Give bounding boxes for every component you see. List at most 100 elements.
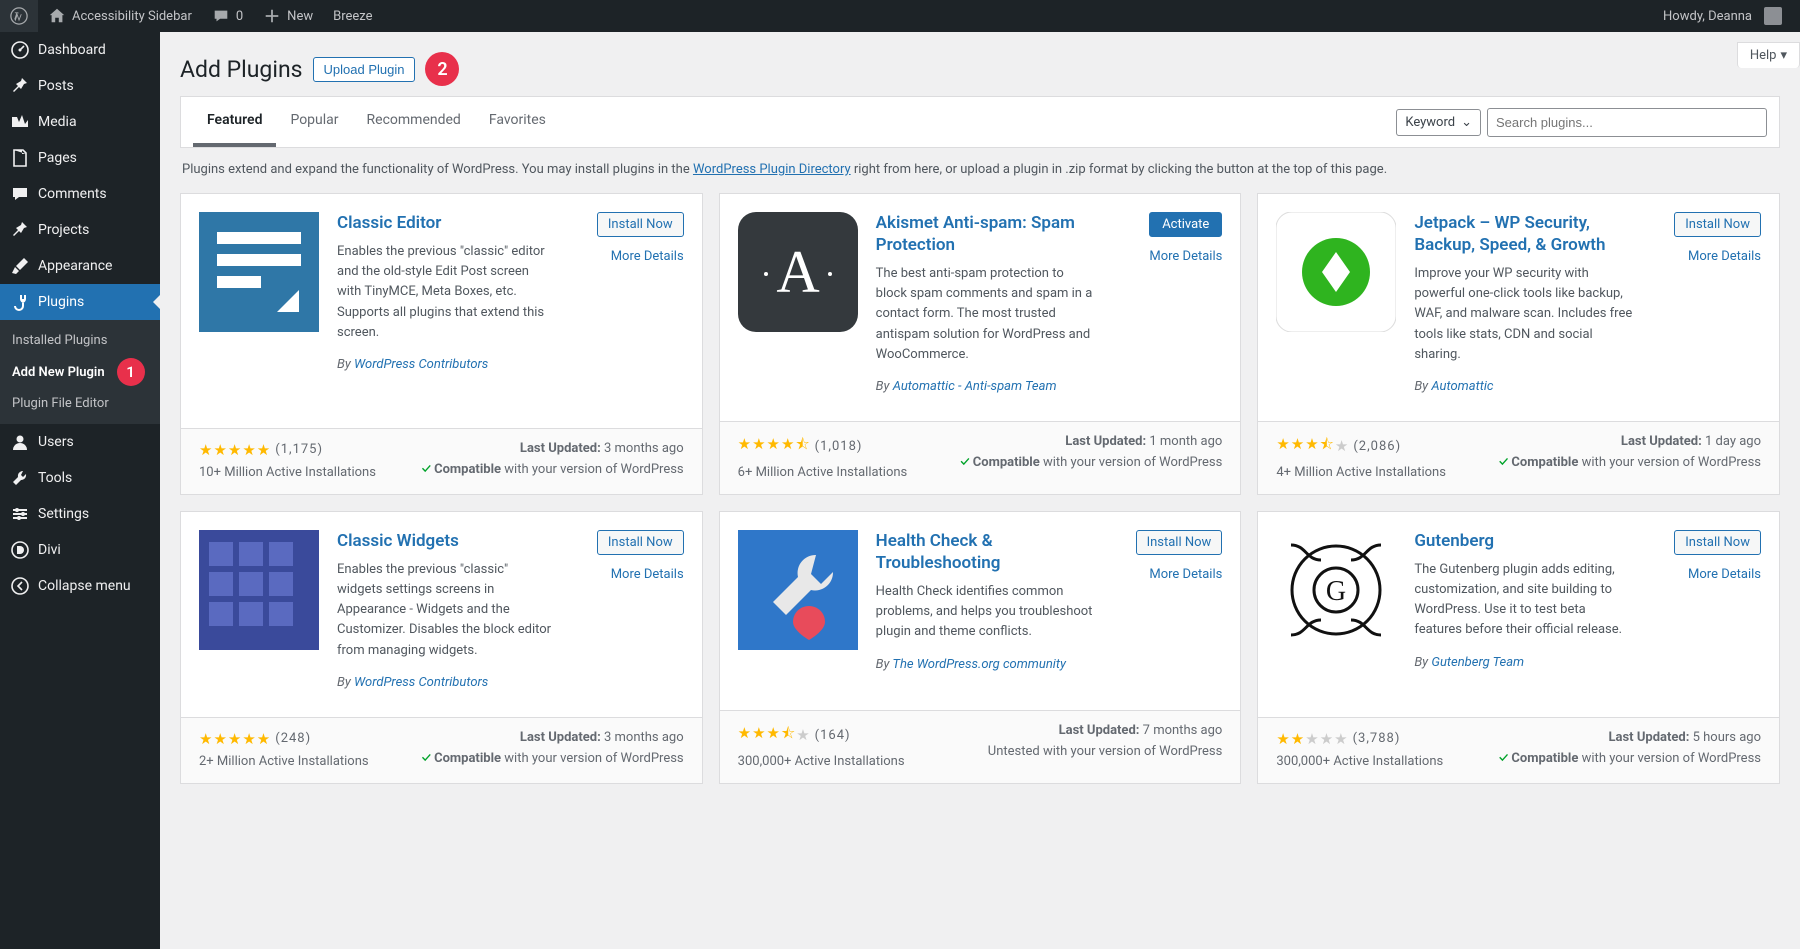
sidebar-item-settings[interactable]: Settings xyxy=(0,496,160,532)
rating-count: (2,086) xyxy=(1353,439,1401,454)
adminbar-account[interactable]: Howdy, Deanna xyxy=(1653,0,1792,32)
submenu-file-editor[interactable]: Plugin File Editor xyxy=(0,391,160,416)
more-details-link[interactable]: More Details xyxy=(1112,249,1222,264)
plugin-description: Health Check identifies common problems,… xyxy=(876,582,1095,642)
install-button[interactable]: Install Now xyxy=(1674,530,1761,555)
plugin-directory-link[interactable]: WordPress Plugin Directory xyxy=(693,162,851,177)
adminbar-comments[interactable]: 0 xyxy=(202,0,253,32)
breeze-label: Breeze xyxy=(333,9,372,24)
site-name-label: Accessibility Sidebar xyxy=(72,9,192,24)
more-details-link[interactable]: More Details xyxy=(1112,567,1222,582)
site-name[interactable]: Accessibility Sidebar xyxy=(38,0,202,32)
upload-plugin-button[interactable]: Upload Plugin xyxy=(313,57,416,82)
intro-post: right from here, or upload a plugin in .… xyxy=(851,162,1388,177)
plugin-author: By WordPress Contributors xyxy=(337,357,556,372)
sidebar-item-users[interactable]: Users xyxy=(0,424,160,460)
new-label: New xyxy=(287,9,313,24)
callout-1: 1 xyxy=(117,358,145,386)
plugin-card: AAkismet Anti-spam: Spam ProtectionThe b… xyxy=(719,193,1242,495)
sidebar-item-divi[interactable]: Divi xyxy=(0,532,160,568)
filter-tab-recommended[interactable]: Recommended xyxy=(353,97,475,147)
page-icon xyxy=(10,148,30,168)
plugin-card: Classic EditorEnables the previous "clas… xyxy=(180,193,703,495)
plugin-title[interactable]: Akismet Anti-spam: Spam Protection xyxy=(876,212,1095,256)
rating-count: (3,788) xyxy=(1353,731,1401,746)
active-installations: 2+ Million Active Installations xyxy=(199,754,369,769)
last-updated: Last Updated: 1 day ago xyxy=(1499,434,1761,449)
plugin-author-link[interactable]: The WordPress.org community xyxy=(892,657,1066,672)
plugin-description: The Gutenberg plugin adds editing, custo… xyxy=(1414,560,1633,641)
sidebar-item-dashboard[interactable]: Dashboard xyxy=(0,32,160,68)
sidebar-item-projects[interactable]: Projects xyxy=(0,212,160,248)
install-button[interactable]: Install Now xyxy=(597,212,684,237)
media-icon xyxy=(10,112,30,132)
plugin-author-link[interactable]: WordPress Contributors xyxy=(354,675,488,690)
wrench-icon xyxy=(10,468,30,488)
last-updated: Last Updated: 3 months ago xyxy=(422,441,684,456)
plugin-author-link[interactable]: Gutenberg Team xyxy=(1431,655,1524,670)
plugin-title[interactable]: Classic Widgets xyxy=(337,530,556,552)
check-icon: ✓ xyxy=(422,751,431,766)
more-details-link[interactable]: More Details xyxy=(1651,249,1761,264)
wp-logo[interactable] xyxy=(0,0,38,32)
sidebar-item-pages[interactable]: Pages xyxy=(0,140,160,176)
submenu-add-new[interactable]: Add New Plugin 1 xyxy=(0,353,160,391)
install-button[interactable]: Install Now xyxy=(1674,212,1761,237)
sidebar-item-media[interactable]: Media xyxy=(0,104,160,140)
adminbar-breeze[interactable]: Breeze xyxy=(323,0,382,32)
more-details-link[interactable]: More Details xyxy=(574,249,684,264)
intro-pre: Plugins extend and expand the functional… xyxy=(182,162,693,177)
activate-button[interactable]: Activate xyxy=(1149,212,1222,237)
filter-tab-favorites[interactable]: Favorites xyxy=(475,97,560,147)
sidebar-item-tools[interactable]: Tools xyxy=(0,460,160,496)
search-input[interactable] xyxy=(1487,108,1767,137)
menu-label: Users xyxy=(38,434,74,450)
avatar xyxy=(1764,7,1782,25)
plugins-submenu: Installed Plugins Add New Plugin 1 Plugi… xyxy=(0,320,160,424)
adminbar-new[interactable]: New xyxy=(253,0,323,32)
plugin-author: By Automattic - Anti-spam Team xyxy=(876,379,1095,394)
menu-label: Divi xyxy=(38,542,61,558)
sidebar-item-collapse-menu[interactable]: Collapse menu xyxy=(0,568,160,604)
plugin-title[interactable]: Jetpack – WP Security, Backup, Speed, & … xyxy=(1414,212,1633,256)
submenu-installed[interactable]: Installed Plugins xyxy=(0,328,160,353)
plugin-icon xyxy=(199,530,319,650)
rating-count: (164) xyxy=(815,728,851,743)
install-button[interactable]: Install Now xyxy=(597,530,684,555)
menu-label: Projects xyxy=(38,222,89,238)
active-installations: 300,000+ Active Installations xyxy=(1276,754,1443,769)
menu-label: Dashboard xyxy=(38,42,106,58)
more-details-link[interactable]: More Details xyxy=(574,567,684,582)
plugin-title[interactable]: Gutenberg xyxy=(1414,530,1633,552)
star-rating: ★★★⯪★ (2,086) xyxy=(1276,434,1446,459)
plugin-author-link[interactable]: WordPress Contributors xyxy=(354,357,488,372)
compatibility: ✓ Compatible with your version of WordPr… xyxy=(1499,455,1761,470)
plugin-author-link[interactable]: Automattic - Anti-spam Team xyxy=(893,379,1057,394)
more-details-link[interactable]: More Details xyxy=(1651,567,1761,582)
plugin-author-link[interactable]: Automattic xyxy=(1431,379,1493,394)
plugin-card: Jetpack – WP Security, Backup, Speed, & … xyxy=(1257,193,1780,495)
search-type-select[interactable]: Keyword ⌄ xyxy=(1396,109,1481,136)
plugin-title[interactable]: Classic Editor xyxy=(337,212,556,234)
star-rating: ★★★★★ (248) xyxy=(199,730,369,748)
filter-bar: FeaturedPopularRecommendedFavorites Keyw… xyxy=(180,96,1780,148)
plugin-icon: A xyxy=(738,212,858,332)
filter-tab-featured[interactable]: Featured xyxy=(193,97,276,147)
rating-count: (1,175) xyxy=(275,442,323,457)
help-tab[interactable]: Help ▾ xyxy=(1737,42,1800,68)
comment-icon xyxy=(212,7,230,25)
menu-label: Appearance xyxy=(38,258,112,274)
last-updated: Last Updated: 7 months ago xyxy=(988,723,1223,738)
sidebar-item-comments[interactable]: Comments xyxy=(0,176,160,212)
active-installations: 10+ Million Active Installations xyxy=(199,465,376,480)
search-type-value: Keyword xyxy=(1405,115,1455,130)
rating-count: (248) xyxy=(275,731,311,746)
sidebar-item-appearance[interactable]: Appearance xyxy=(0,248,160,284)
sidebar-item-plugins[interactable]: Plugins xyxy=(0,284,160,320)
plugin-title[interactable]: Health Check & Troubleshooting xyxy=(876,530,1095,574)
sidebar-item-posts[interactable]: Posts xyxy=(0,68,160,104)
install-button[interactable]: Install Now xyxy=(1136,530,1223,555)
plugin-author: By WordPress Contributors xyxy=(337,675,556,690)
dashboard-icon xyxy=(10,40,30,60)
filter-tab-popular[interactable]: Popular xyxy=(276,97,352,147)
